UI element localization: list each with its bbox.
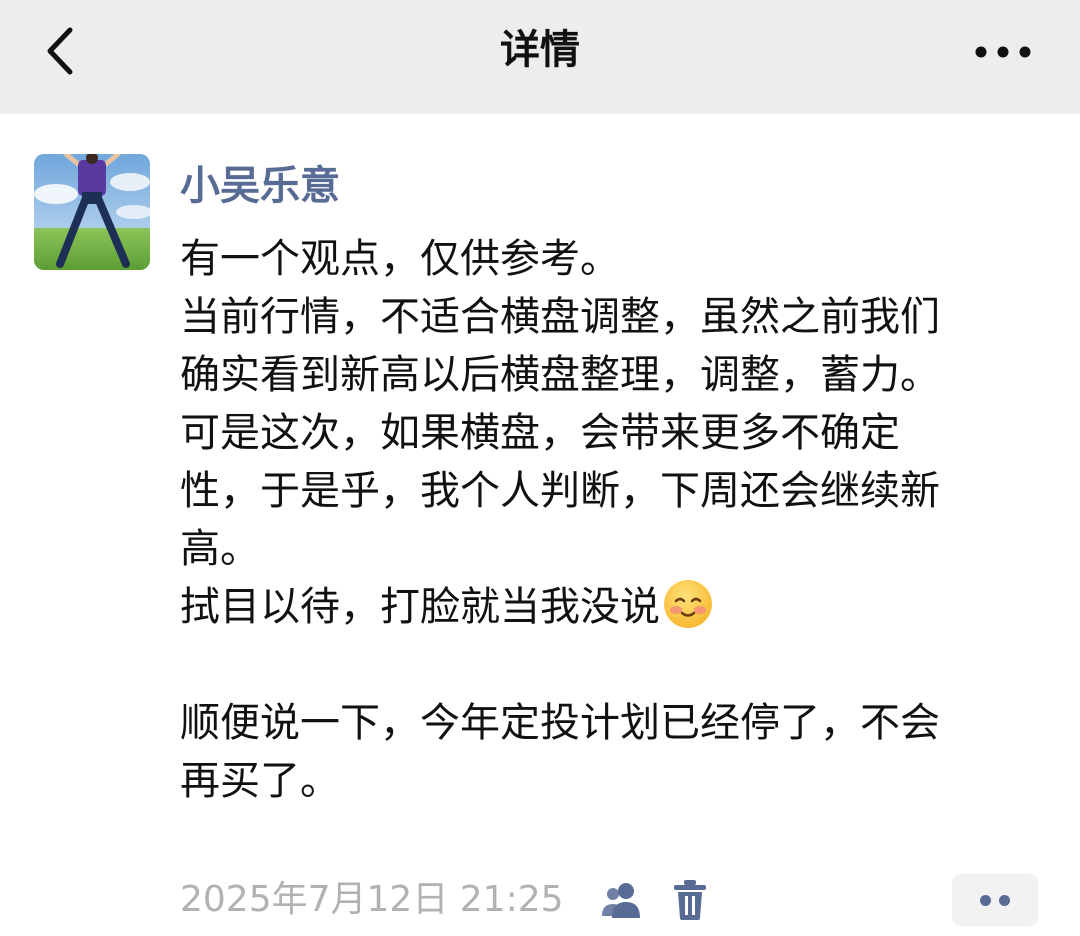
people-icon[interactable] xyxy=(600,880,644,920)
post-line xyxy=(180,636,1060,694)
page-title: 详情 xyxy=(500,27,580,73)
post-line: 确实看到新高以后横盘整理，调整，蓄力。 xyxy=(180,352,940,398)
author-name[interactable]: 小吴乐意 xyxy=(180,158,340,214)
post-line: 性，于是乎，我个人判断，下周还会继续新 xyxy=(180,468,940,514)
post-line: 再买了。 xyxy=(180,758,340,804)
post-line: 有一个观点，仅供参考。 xyxy=(180,236,620,282)
post-line-with-emoji: 拭目以待，打脸就当我没说 xyxy=(180,578,1060,636)
trash-icon[interactable] xyxy=(672,878,708,922)
post-timestamp: 2025年7月12日 21:25 xyxy=(180,879,564,920)
post-meta-row: 2025年7月12日 21:25 xyxy=(180,874,1060,926)
more-dots-icon xyxy=(975,46,1031,58)
two-dots-icon xyxy=(980,895,991,906)
avatar-image xyxy=(34,154,150,270)
two-dots-icon xyxy=(999,895,1010,906)
post-line: 当前行情，不适合横盘调整，虽然之前我们 xyxy=(180,294,940,340)
blushing-smile-emoji xyxy=(664,580,712,628)
post-line: 顺便说一下，今年定投计划已经停了，不会 xyxy=(180,700,940,746)
chevron-left-icon xyxy=(47,27,73,75)
avatar[interactable] xyxy=(34,154,150,270)
post-line: 可是这次，如果横盘，会带来更多不确定 xyxy=(180,410,900,456)
top-navigation-bar: 详情 xyxy=(0,0,1080,114)
back-button[interactable] xyxy=(38,22,86,80)
comment-like-button[interactable] xyxy=(952,874,1038,926)
post-line-text: 拭目以待，打脸就当我没说 xyxy=(180,584,660,630)
post-detail: 小吴乐意 有一个观点，仅供参考。 当前行情，不适合横盘调整，虽然之前我们 确实看… xyxy=(0,114,1080,936)
more-button[interactable] xyxy=(968,30,1038,74)
post-line: 高。 xyxy=(180,526,260,572)
post-body: 有一个观点，仅供参考。 当前行情，不适合横盘调整，虽然之前我们 确实看到新高以后… xyxy=(180,230,1060,810)
